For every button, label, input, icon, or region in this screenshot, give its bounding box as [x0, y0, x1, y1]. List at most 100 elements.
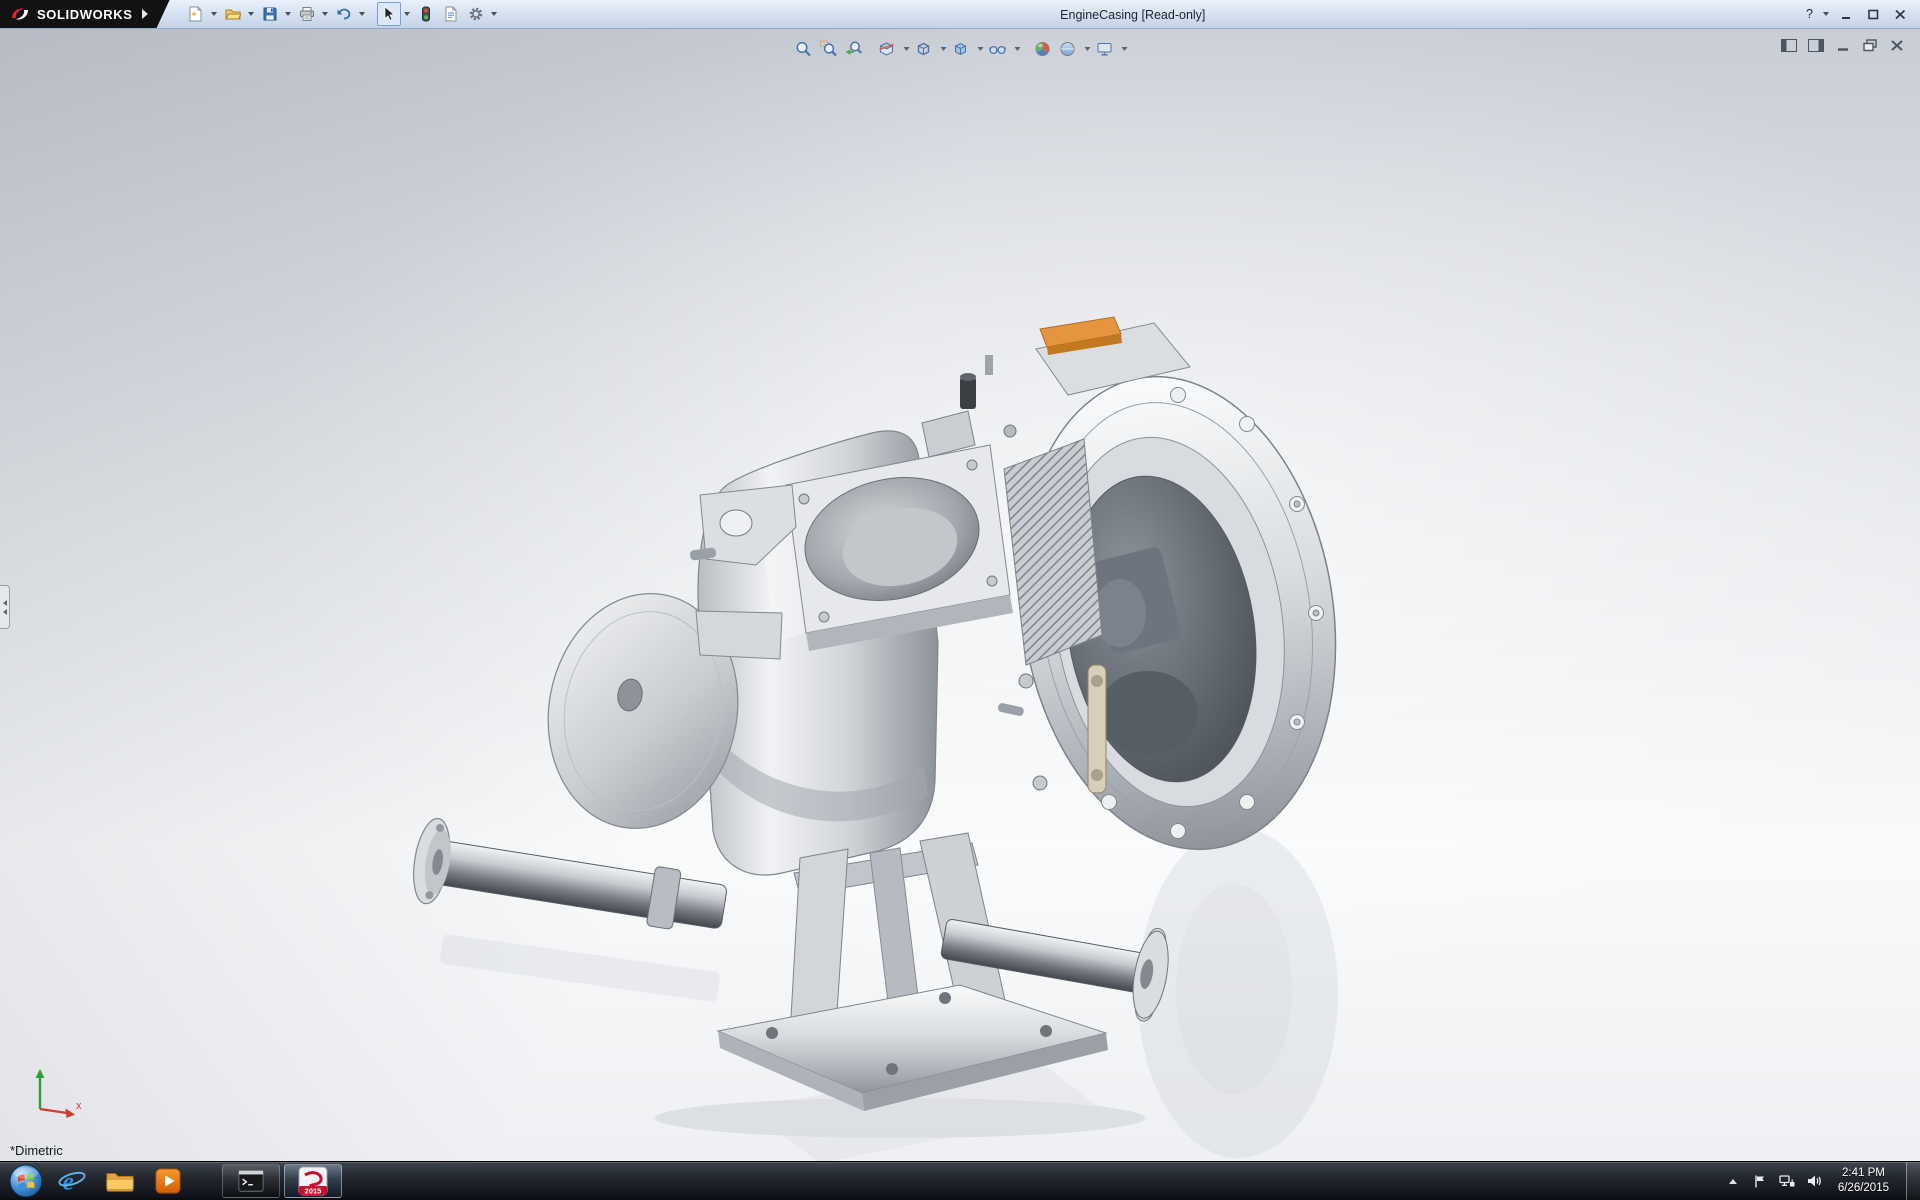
- menu-expand-arrow[interactable]: [142, 9, 148, 19]
- chevron-down-icon: [940, 47, 946, 51]
- pane-toggle-right-button[interactable]: [1807, 38, 1825, 53]
- save-button[interactable]: [258, 2, 282, 26]
- start-button[interactable]: [4, 1162, 48, 1200]
- document-restore-icon: [1862, 39, 1878, 52]
- chevron-down-icon: [1823, 12, 1829, 16]
- hide-show-items-button[interactable]: [986, 37, 1010, 61]
- orientation-triad: x: [24, 1067, 86, 1125]
- taskbar-solidworks[interactable]: 2015: [284, 1164, 342, 1198]
- select-cursor-icon: [381, 6, 397, 22]
- zoom-to-area-button[interactable]: [817, 37, 841, 61]
- apply-scene-dropdown[interactable]: [1081, 37, 1092, 61]
- zoom-to-fit-icon: [795, 40, 813, 58]
- select-dropdown[interactable]: [402, 2, 413, 26]
- undo-icon: [336, 6, 352, 22]
- hide-show-items-icon: [989, 40, 1007, 58]
- title-bar: SOLIDWORKS: [0, 0, 1920, 29]
- pane-toggle-left-icon: [1781, 39, 1797, 52]
- chevron-down-icon: [903, 47, 909, 51]
- view-settings-icon: [1096, 40, 1114, 58]
- solidworks-logo-icon: [10, 6, 30, 22]
- network-icon: [1779, 1174, 1795, 1188]
- action-center-button[interactable]: [1751, 1169, 1769, 1193]
- select-button[interactable]: [377, 2, 401, 26]
- display-style-button[interactable]: [949, 37, 973, 61]
- section-view-icon: [878, 40, 896, 58]
- feature-manager-flyout-tab[interactable]: [0, 585, 10, 629]
- taskbar-internet-explorer[interactable]: e: [49, 1163, 95, 1199]
- rebuild-traffic-light-icon: [418, 6, 434, 22]
- save-dropdown[interactable]: [283, 2, 294, 26]
- view-orientation-dropdown[interactable]: [937, 37, 948, 61]
- show-hidden-icons-button[interactable]: [1724, 1169, 1742, 1193]
- view-settings-button[interactable]: [1093, 37, 1117, 61]
- close-button[interactable]: [1888, 4, 1912, 24]
- section-hatch-face[interactable]: [1004, 439, 1102, 665]
- chevron-left-icon: [3, 600, 7, 606]
- document-close-button[interactable]: [1888, 38, 1906, 53]
- display-style-dropdown[interactable]: [974, 37, 985, 61]
- show-desktop-button[interactable]: [1906, 1162, 1920, 1200]
- internet-explorer-icon: e: [57, 1165, 87, 1197]
- taskbar-media-player[interactable]: [145, 1163, 191, 1199]
- chevron-left-icon: [3, 609, 7, 615]
- solidworks-version-badge: 2015: [305, 1187, 322, 1196]
- action-center-flag-icon: [1753, 1174, 1767, 1189]
- new-document-button[interactable]: [184, 2, 208, 26]
- volume-button[interactable]: [1805, 1169, 1823, 1193]
- taskbar-clock[interactable]: 2:41 PM 6/26/2015: [1832, 1166, 1895, 1196]
- options-dropdown[interactable]: [489, 2, 500, 26]
- hide-show-items-dropdown[interactable]: [1011, 37, 1022, 61]
- print-dropdown[interactable]: [320, 2, 331, 26]
- graphics-viewport[interactable]: x *Dimetric: [0, 29, 1920, 1161]
- minimize-button[interactable]: [1834, 4, 1858, 24]
- chevron-down-icon: [1084, 47, 1090, 51]
- print-button[interactable]: [295, 2, 319, 26]
- left-axle-shaft[interactable]: [408, 816, 731, 950]
- pane-toggle-left-button[interactable]: [1780, 38, 1798, 53]
- undo-button[interactable]: [332, 2, 356, 26]
- save-icon: [262, 6, 278, 22]
- previous-view-icon: [845, 40, 863, 58]
- system-tray: 2:41 PM 6/26/2015: [1724, 1162, 1920, 1200]
- view-orientation-button[interactable]: [912, 37, 936, 61]
- taskbar-command-prompt[interactable]: [222, 1164, 280, 1198]
- section-view-button[interactable]: [875, 37, 899, 61]
- open-button[interactable]: [221, 2, 245, 26]
- document-minimize-button[interactable]: [1834, 38, 1852, 53]
- triad-x-label: x: [76, 1100, 82, 1112]
- chevron-down-icon: [285, 12, 291, 16]
- network-button[interactable]: [1778, 1169, 1796, 1193]
- file-properties-button[interactable]: [439, 2, 463, 26]
- rebuild-button[interactable]: [414, 2, 438, 26]
- chevron-down-icon: [977, 47, 983, 51]
- zoom-to-fit-button[interactable]: [792, 37, 816, 61]
- engine-casing-model[interactable]: [400, 313, 1340, 1161]
- taskbar-file-explorer[interactable]: [97, 1163, 143, 1199]
- document-restore-button[interactable]: [1861, 38, 1879, 53]
- view-settings-dropdown[interactable]: [1118, 37, 1129, 61]
- help-button[interactable]: ?: [1802, 7, 1817, 21]
- previous-view-button[interactable]: [842, 37, 866, 61]
- windows-logo-icon: [8, 1163, 44, 1199]
- chevron-down-icon: [1121, 47, 1127, 51]
- zoom-to-area-icon: [820, 40, 838, 58]
- help-label: ?: [1806, 7, 1813, 21]
- triad-x-axis: [40, 1109, 67, 1113]
- new-document-dropdown[interactable]: [209, 2, 220, 26]
- undo-dropdown[interactable]: [357, 2, 368, 26]
- apply-scene-button[interactable]: [1056, 37, 1080, 61]
- document-title: EngineCasing [Read-only]: [1060, 0, 1205, 29]
- options-button[interactable]: [464, 2, 488, 26]
- edit-appearance-button[interactable]: [1031, 37, 1055, 61]
- view-orientation-cube-icon: [915, 40, 933, 58]
- section-view-dropdown[interactable]: [900, 37, 911, 61]
- pane-toggle-right-icon: [1808, 39, 1824, 52]
- document-close-icon: [1889, 39, 1905, 52]
- minimize-icon: [1840, 9, 1852, 20]
- display-style-icon: [952, 40, 970, 58]
- help-dropdown[interactable]: [1820, 2, 1831, 26]
- view-orientation-label: *Dimetric: [10, 1143, 63, 1158]
- maximize-button[interactable]: [1861, 4, 1885, 24]
- open-dropdown[interactable]: [246, 2, 257, 26]
